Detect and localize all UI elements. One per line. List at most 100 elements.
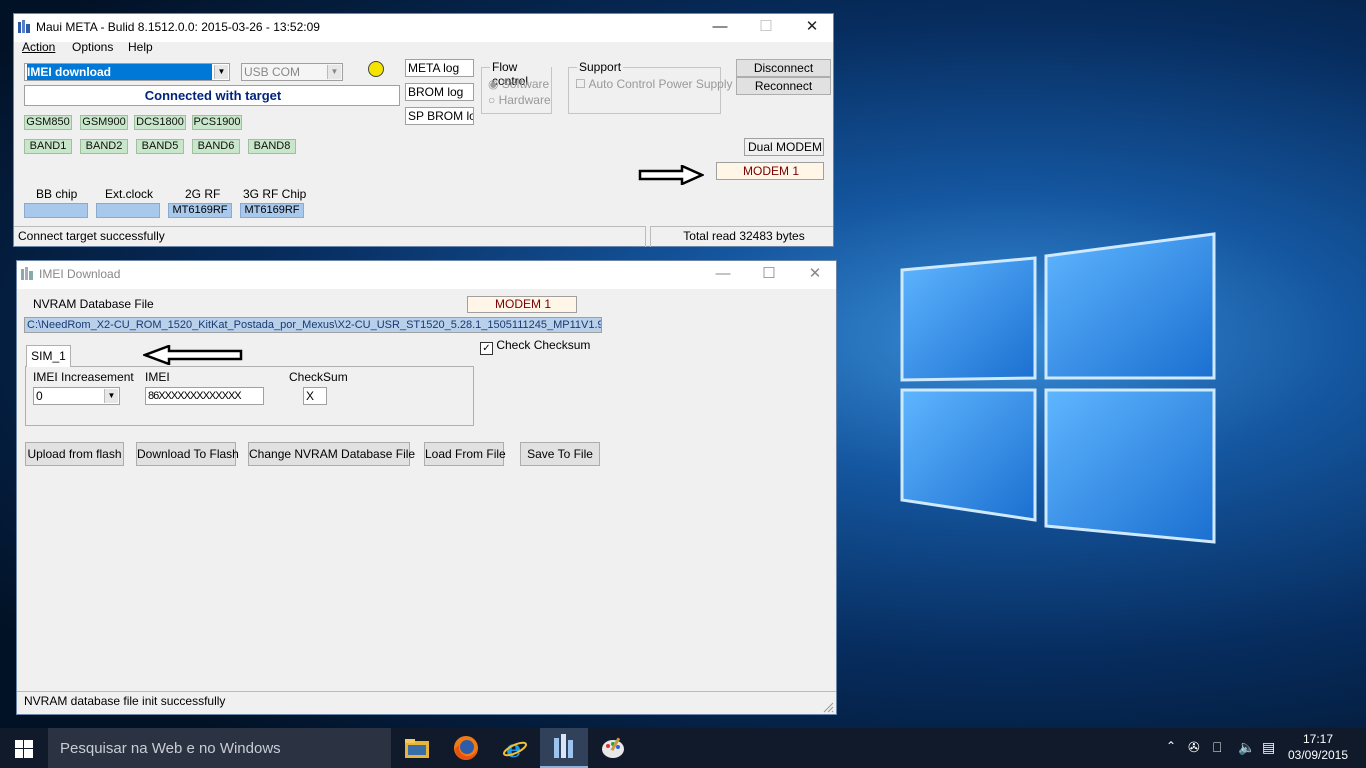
ext-clock-label: Ext.clock xyxy=(105,187,154,201)
checkbox-checked-icon: ✓ xyxy=(480,342,493,355)
3g-rf-chip-value: MT6169RF xyxy=(240,203,304,218)
meta-log-button[interactable]: META log xyxy=(405,59,474,77)
menu-help[interactable]: Help xyxy=(128,40,153,54)
firefox-icon[interactable] xyxy=(442,728,490,768)
resize-grip-icon[interactable] xyxy=(822,701,834,713)
load-from-file-button[interactable]: Load From File xyxy=(424,442,506,466)
action-center-icon[interactable]: ▤ xyxy=(1262,739,1275,756)
chevron-down-icon[interactable]: ▼ xyxy=(214,65,228,79)
checksum-label: CheckSum xyxy=(289,370,348,384)
support-group: Support ☐ Auto Control Power Supply xyxy=(568,60,733,114)
band-5: BAND5 xyxy=(136,139,184,154)
minimize-button[interactable]: — xyxy=(697,14,743,42)
brom-log-button[interactable]: BROM log xyxy=(405,83,474,101)
radio-icon: ○ xyxy=(488,93,496,107)
band-6: BAND6 xyxy=(192,139,240,154)
minimize-button[interactable]: — xyxy=(700,261,746,289)
imei-status-bar: NVRAM database file init successfully xyxy=(17,691,836,712)
close-button[interactable]: ✕ xyxy=(789,14,835,42)
disconnect-button[interactable]: Disconnect xyxy=(736,59,831,77)
imei-input[interactable]: 86XXXXXXXXXXXXX xyxy=(145,387,264,405)
save-to-file-button[interactable]: Save To File xyxy=(520,442,600,466)
imei-window-title: IMEI Download xyxy=(39,267,121,281)
taskbar-search-box[interactable]: Pesquisar na Web e no Windows xyxy=(48,728,391,768)
chevron-down-icon[interactable]: ▼ xyxy=(104,389,118,403)
imei-download-window: IMEI Download — ☐ ✕ NVRAM Database File … xyxy=(16,260,837,715)
port-combo-value: USB COM xyxy=(244,65,301,79)
nvram-database-label: NVRAM Database File xyxy=(33,297,154,311)
radio-software[interactable]: ◉ Software xyxy=(488,77,549,91)
network-icon[interactable]: ⎕ xyxy=(1213,739,1221,756)
connection-status-indicator xyxy=(368,61,384,77)
reconnect-button[interactable]: Reconnect xyxy=(736,77,831,95)
tab-sim-1-label: SIM_1 xyxy=(31,349,66,363)
check-checksum-checkbox[interactable]: ✓ Check Checksum xyxy=(480,338,590,355)
taskbar-clock[interactable]: 17:17 03/09/2015 xyxy=(1284,731,1352,763)
meta-status-left: Connect target successfully xyxy=(14,226,646,247)
volume-muted-icon[interactable]: 🔈 xyxy=(1238,739,1255,756)
arrow-left-annotation xyxy=(143,345,243,365)
band-2: BAND2 xyxy=(80,139,128,154)
close-button[interactable]: ✕ xyxy=(792,261,838,289)
nvram-path-input[interactable]: C:\NeedRom_X2-CU_ROM_1520_KitKat_Postada… xyxy=(24,317,602,333)
tab-sim-1[interactable]: SIM_1 xyxy=(26,345,71,367)
search-placeholder: Pesquisar na Web e no Windows xyxy=(60,740,281,757)
maui-meta-taskbar-icon[interactable] xyxy=(540,728,588,768)
radio-hardware[interactable]: ○ Hardware xyxy=(488,93,551,107)
imei-modem-box: MODEM 1 xyxy=(467,296,577,313)
maui-meta-app-icon xyxy=(18,20,30,33)
imei-increasement-label: IMEI Increasement xyxy=(33,370,134,384)
checksum-input[interactable]: X xyxy=(303,387,327,405)
meta-window-title: Maui META - Bulid 8.1512.0.0: 2015-03-26… xyxy=(36,20,320,34)
change-nvram-database-button[interactable]: Change NVRAM Database File xyxy=(248,442,415,466)
sp-brom-log-button[interactable]: SP BROM log xyxy=(405,107,474,125)
imei-increasement-value: 0 xyxy=(36,389,43,403)
bb-chip-label: BB chip xyxy=(36,187,78,201)
band-gsm850: GSM850 xyxy=(24,115,72,130)
taskbar: Pesquisar na Web e no Windows e ⌃ ✇ ⎕ 🔈 … xyxy=(0,728,1366,768)
flow-control-group: Flow control ◉ Software ○ Hardware xyxy=(481,60,552,114)
port-combo[interactable]: USB COM ▼ xyxy=(241,63,343,81)
chevron-down-icon[interactable]: ▼ xyxy=(327,65,341,79)
people-icon[interactable]: ✇ xyxy=(1188,739,1200,756)
2g-rf-value: MT6169RF xyxy=(168,203,232,218)
band-1: BAND1 xyxy=(24,139,72,154)
paint-icon[interactable] xyxy=(589,728,637,768)
windows-wallpaper-logo xyxy=(900,232,1216,544)
maui-meta-window: Maui META - Bulid 8.1512.0.0: 2015-03-26… xyxy=(13,13,834,247)
internet-explorer-icon[interactable]: e xyxy=(491,728,539,768)
meta-titlebar[interactable]: Maui META - Bulid 8.1512.0.0: 2015-03-26… xyxy=(14,14,833,42)
mode-combo-value: IMEI download xyxy=(27,64,212,80)
imei-label: IMEI xyxy=(145,370,170,384)
chevron-up-icon[interactable]: ⌃ xyxy=(1166,739,1176,753)
maximize-button[interactable]: ☐ xyxy=(743,14,789,42)
band-gsm900: GSM900 xyxy=(80,115,128,130)
dual-modem-box: Dual MODEM xyxy=(744,138,824,156)
arrow-right-annotation xyxy=(638,165,704,185)
imei-app-icon xyxy=(21,267,33,280)
band-pcs1900: PCS1900 xyxy=(192,115,242,130)
upload-from-flash-button[interactable]: Upload from flash xyxy=(25,442,124,466)
maximize-button[interactable]: ☐ xyxy=(746,261,792,289)
menu-action[interactable]: Action xyxy=(22,40,55,54)
bb-chip-value xyxy=(24,203,88,218)
support-label: Support xyxy=(577,60,624,74)
band-8: BAND8 xyxy=(248,139,296,154)
checkbox-icon: ☐ xyxy=(575,77,586,91)
imei-titlebar[interactable]: IMEI Download — ☐ ✕ xyxy=(17,261,836,289)
modem-select-box[interactable]: MODEM 1 xyxy=(716,162,824,180)
mode-combo[interactable]: IMEI download ▼ xyxy=(24,63,230,81)
radio-icon: ◉ xyxy=(488,77,499,91)
file-explorer-icon[interactable] xyxy=(393,728,441,768)
2g-rf-label: 2G RF xyxy=(185,187,221,201)
download-to-flash-button[interactable]: Download To Flash xyxy=(136,442,239,466)
imei-increasement-combo[interactable]: 0 ▼ xyxy=(33,387,120,405)
clock-time: 17:17 xyxy=(1302,732,1334,746)
start-button[interactable] xyxy=(15,740,33,758)
auto-control-power-checkbox[interactable]: ☐ Auto Control Power Supply xyxy=(575,77,733,91)
menu-options[interactable]: Options xyxy=(72,40,113,54)
band-dcs1800: DCS1800 xyxy=(134,115,186,130)
meta-status-right: Total read 32483 bytes xyxy=(650,226,833,247)
clock-date: 03/09/2015 xyxy=(1287,748,1349,762)
sim-tab-panel-top xyxy=(71,366,474,367)
